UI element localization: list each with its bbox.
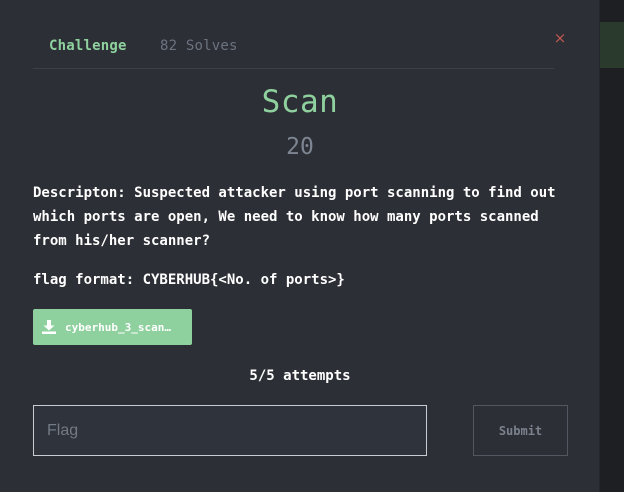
challenge-description: Descripton: Suspected attacker using por… bbox=[33, 185, 556, 249]
flag-format-text: flag format: CYBERHUB{<No. of ports>} bbox=[33, 272, 345, 288]
modal-tabs: Challenge 82 Solves bbox=[33, 26, 554, 69]
close-button[interactable]: × bbox=[553, 29, 567, 47]
challenge-title: Scan bbox=[261, 84, 339, 120]
submit-button[interactable]: Submit bbox=[473, 405, 568, 456]
download-file-button[interactable]: cyberhub_3_scan… bbox=[33, 309, 192, 345]
file-name: cyberhub_3_scan… bbox=[65, 320, 171, 334]
backdrop-highlight bbox=[600, 22, 624, 68]
download-icon bbox=[42, 320, 56, 334]
backdrop-edge bbox=[600, 0, 624, 492]
challenge-points: 20 bbox=[286, 134, 314, 160]
tab-solves[interactable]: 82 Solves bbox=[160, 38, 238, 54]
attempts-counter: 5/5 attempts bbox=[249, 368, 351, 384]
tab-challenge[interactable]: Challenge bbox=[49, 38, 127, 54]
flag-input[interactable] bbox=[33, 405, 427, 456]
close-icon: × bbox=[553, 29, 567, 47]
challenge-modal: Challenge 82 Solves × Scan 20 Descripton… bbox=[0, 0, 600, 492]
